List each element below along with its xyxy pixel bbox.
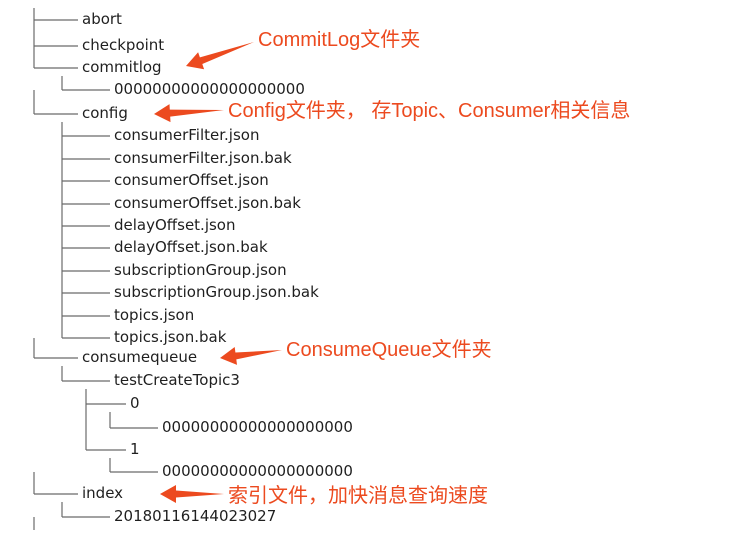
tree-node-topics-bak: topics.json.bak: [114, 328, 227, 346]
tree-node-queue-0: 0: [130, 394, 140, 412]
tree-node-consumerOffset-bak: consumerOffset.json.bak: [114, 194, 301, 212]
tree-node-index-file: 20180116144023027: [114, 507, 277, 525]
tree-node-index: index: [82, 484, 124, 502]
tree-node-commitlog: commitlog: [82, 58, 162, 76]
tree-node-testCreateTopic3: testCreateTopic3: [114, 371, 240, 389]
tree-node-checkpoint: checkpoint: [82, 36, 165, 54]
commitlog-note-arrow: [186, 42, 254, 70]
tree-node-consumerOffset: consumerOffset.json: [114, 171, 269, 189]
config-note: Config文件夹， 存Topic、Consumer相关信息: [228, 100, 631, 122]
tree-node-queue-1: 1: [130, 440, 140, 458]
tree-node-topics: topics.json: [114, 306, 195, 324]
consumequeue-note: ConsumeQueue文件夹: [286, 339, 492, 361]
tree-node-delayOffset: delayOffset.json: [114, 216, 236, 234]
tree-node-abort: abort: [82, 10, 122, 28]
tree-node-consumerFilter-bak: consumerFilter.json.bak: [114, 149, 292, 167]
commitlog-note: CommitLog文件夹: [258, 29, 421, 51]
tree-node-delayOffset-bak: delayOffset.json.bak: [114, 238, 268, 256]
annotation-arrows: [154, 42, 282, 503]
tree-node-config: config: [82, 104, 128, 122]
directory-tree-diagram: abort checkpoint commitlog 0000000000000000…: [0, 0, 738, 534]
tree-node-subscriptionGroup: subscriptionGroup.json: [114, 261, 287, 279]
index-note-arrow: [160, 485, 224, 503]
tree-node-consumequeue: consumequeue: [82, 348, 198, 366]
tree-node-queue-0-file: 00000000000000000000: [162, 418, 353, 436]
index-note: 索引文件，加快消息查询速度: [228, 485, 488, 507]
consumequeue-note-arrow: [220, 347, 282, 365]
tree-node-queue-1-file: 00000000000000000000: [162, 462, 353, 480]
tree-node-subscriptionGroup-bak: subscriptionGroup.json.bak: [114, 283, 319, 301]
tree-node-commitlog-file: 00000000000000000000: [114, 80, 305, 98]
config-note-arrow: [154, 104, 224, 123]
tree-node-consumerFilter: consumerFilter.json: [114, 126, 260, 144]
